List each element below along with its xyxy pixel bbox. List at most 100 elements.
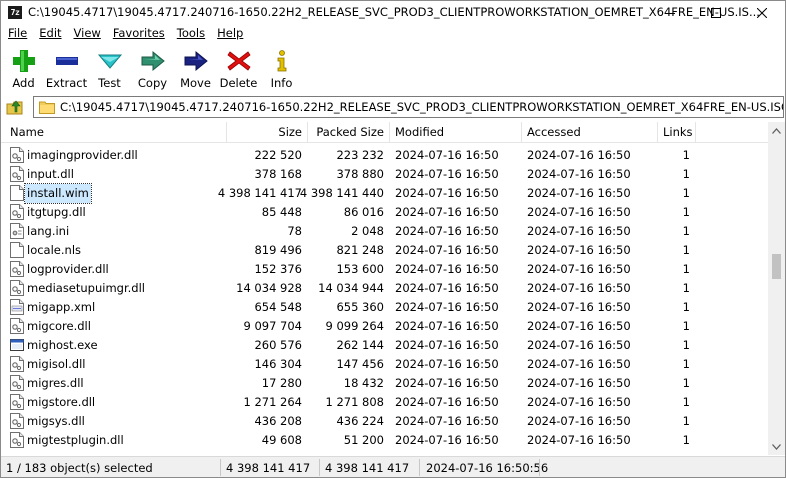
file-row[interactable]: mighost.exe 260 576 262 144 2024-07-16 16:5… (1, 336, 768, 355)
file-row[interactable]: lang.ini 78 2 048 2024-07-16 16:50 2024-07-1… (1, 222, 768, 241)
file-accessed: 2024-07-16 16:50 (527, 224, 631, 238)
file-packed-size: 223 232 (336, 148, 384, 162)
info-button[interactable]: Info (260, 45, 303, 93)
file-row[interactable]: migres.dll 17 280 18 432 2024-07-16 16:50 20… (1, 374, 768, 393)
file-row[interactable]: mediasetupuimgr.dll 14 034 928 14 034 944 2… (1, 279, 768, 298)
status-size: 4 398 141 417 (226, 461, 311, 475)
menu-view-label: View (73, 26, 101, 40)
status-divider (319, 459, 320, 476)
column-divider[interactable] (695, 122, 696, 143)
file-packed-size: 262 144 (336, 338, 384, 352)
menu-tools[interactable]: Tools (171, 24, 211, 43)
file-packed-size: 9 099 264 (325, 319, 384, 333)
file-name: migsys.dll (27, 414, 85, 428)
column-header-name[interactable]: Name (10, 122, 44, 143)
add-button[interactable]: Add (2, 45, 45, 93)
address-bar[interactable]: C:\19045.4717\19045.4717.240716-1650.22H… (33, 96, 784, 118)
scrollbar-thumb[interactable] (772, 254, 781, 279)
file-icon (10, 185, 24, 201)
file-packed-size: 4 398 141 440 (299, 186, 384, 200)
menu-help[interactable]: Help (211, 24, 249, 43)
file-row[interactable]: locale.nls 819 496 821 248 2024-07-16 16:50… (1, 241, 768, 260)
title-bar[interactable]: 7z C:\19045.4717\19045.4717.240716-1650.… (1, 1, 785, 24)
file-links: 1 (682, 281, 690, 295)
close-icon (757, 7, 767, 18)
file-packed-size: 18 432 (343, 376, 384, 390)
status-modified: 2024-07-16 16:50:56 (426, 461, 549, 475)
scroll-down-button[interactable] (768, 438, 785, 455)
column-divider[interactable] (389, 122, 390, 143)
scroll-up-button[interactable] (768, 122, 785, 139)
file-row[interactable]: migapp.xml 654 548 655 360 2024-07-16 16:50… (1, 298, 768, 317)
column-divider[interactable] (226, 122, 227, 143)
file-links: 1 (682, 224, 690, 238)
file-name: migres.dll (27, 376, 84, 390)
file-modified: 2024-07-16 16:50 (395, 167, 499, 181)
column-divider[interactable] (307, 122, 308, 143)
file-row[interactable]: migtestplugin.dll 49 608 51 200 2024-07-16 … (1, 431, 768, 450)
file-row[interactable]: migstore.dll 1 271 264 1 271 808 2024-07-16… (1, 393, 768, 412)
column-header-accessed[interactable]: Accessed (527, 122, 581, 143)
menu-favorites[interactable]: Favorites (107, 24, 171, 43)
file-name: lang.ini (27, 224, 70, 238)
file-accessed: 2024-07-16 16:50 (527, 243, 631, 257)
file-modified: 2024-07-16 16:50 (395, 186, 499, 200)
move-label: Move (180, 76, 211, 90)
file-row[interactable]: install.wim 4 398 141 417 4 398 141 440 202… (1, 183, 768, 204)
file-row[interactable]: imagingprovider.dll 222 520 223 232 2024-07… (1, 146, 768, 165)
menu-file[interactable]: File (2, 24, 33, 43)
file-links: 1 (682, 376, 690, 390)
file-icon (10, 242, 24, 258)
file-size: 9 097 704 (243, 319, 302, 333)
file-row[interactable]: migisol.dll 146 304 147 456 2024-07-16 16:5… (1, 355, 768, 374)
vertical-scrollbar[interactable] (768, 122, 785, 455)
maximize-button[interactable] (693, 1, 739, 24)
test-button[interactable]: Test (88, 45, 131, 93)
column-header-size[interactable]: Size (278, 122, 302, 143)
column-header-links[interactable]: Links (663, 122, 693, 143)
file-size: 78 (287, 224, 302, 238)
minimize-icon (665, 12, 675, 14)
delete-button[interactable]: Delete (217, 45, 260, 93)
dll-file-icon (10, 166, 24, 182)
file-size: 260 576 (254, 338, 302, 352)
close-button[interactable] (739, 1, 785, 24)
file-modified: 2024-07-16 16:50 (395, 205, 499, 219)
file-name: migapp.xml (27, 300, 96, 314)
up-folder-icon (6, 100, 23, 115)
move-button[interactable]: Move (174, 45, 217, 93)
up-folder-button[interactable] (4, 96, 26, 118)
copy-button[interactable]: Copy (131, 45, 174, 93)
file-accessed: 2024-07-16 16:50 (527, 433, 631, 447)
minimize-button[interactable] (647, 1, 693, 24)
dll-file-icon (10, 413, 24, 429)
column-header-modified[interactable]: Modified (395, 122, 444, 143)
column-header-packed-size[interactable]: Packed Size (316, 122, 384, 143)
file-row[interactable]: migcore.dll 9 097 704 9 099 264 2024-07-16 … (1, 317, 768, 336)
file-row[interactable]: input.dll 378 168 378 880 2024-07-16 16:50 2… (1, 165, 768, 184)
column-divider[interactable] (657, 122, 658, 143)
file-accessed: 2024-07-16 16:50 (527, 186, 631, 200)
menu-edit[interactable]: Edit (33, 24, 67, 43)
file-size: 85 448 (261, 205, 302, 219)
file-row[interactable]: logprovider.dll 152 376 153 600 2024-07-16 … (1, 260, 768, 279)
file-accessed: 2024-07-16 16:50 (527, 205, 631, 219)
file-name: input.dll (27, 167, 74, 181)
extract-button[interactable]: Extract (45, 45, 88, 93)
file-modified: 2024-07-16 16:50 (395, 376, 499, 390)
status-divider (419, 459, 420, 476)
status-selection: 1 / 183 object(s) selected (6, 461, 153, 475)
file-list[interactable]: Name Size Packed Size Modified Accessed … (1, 122, 768, 455)
file-row[interactable]: itgtupg.dll 85 448 86 016 2024-07-16 16:50 2… (1, 203, 768, 222)
file-size: 436 208 (254, 414, 302, 428)
file-links: 1 (682, 433, 690, 447)
file-row[interactable]: migsys.dll 436 208 436 224 2024-07-16 16:50… (1, 412, 768, 431)
file-links: 1 (682, 243, 690, 257)
scroll-up-icon (772, 127, 781, 134)
column-divider[interactable] (521, 122, 522, 143)
menu-view[interactable]: View (68, 24, 107, 43)
file-links: 1 (682, 186, 690, 200)
file-accessed: 2024-07-16 16:50 (527, 167, 631, 181)
file-name: migstore.dll (27, 395, 96, 409)
file-links: 1 (682, 167, 690, 181)
